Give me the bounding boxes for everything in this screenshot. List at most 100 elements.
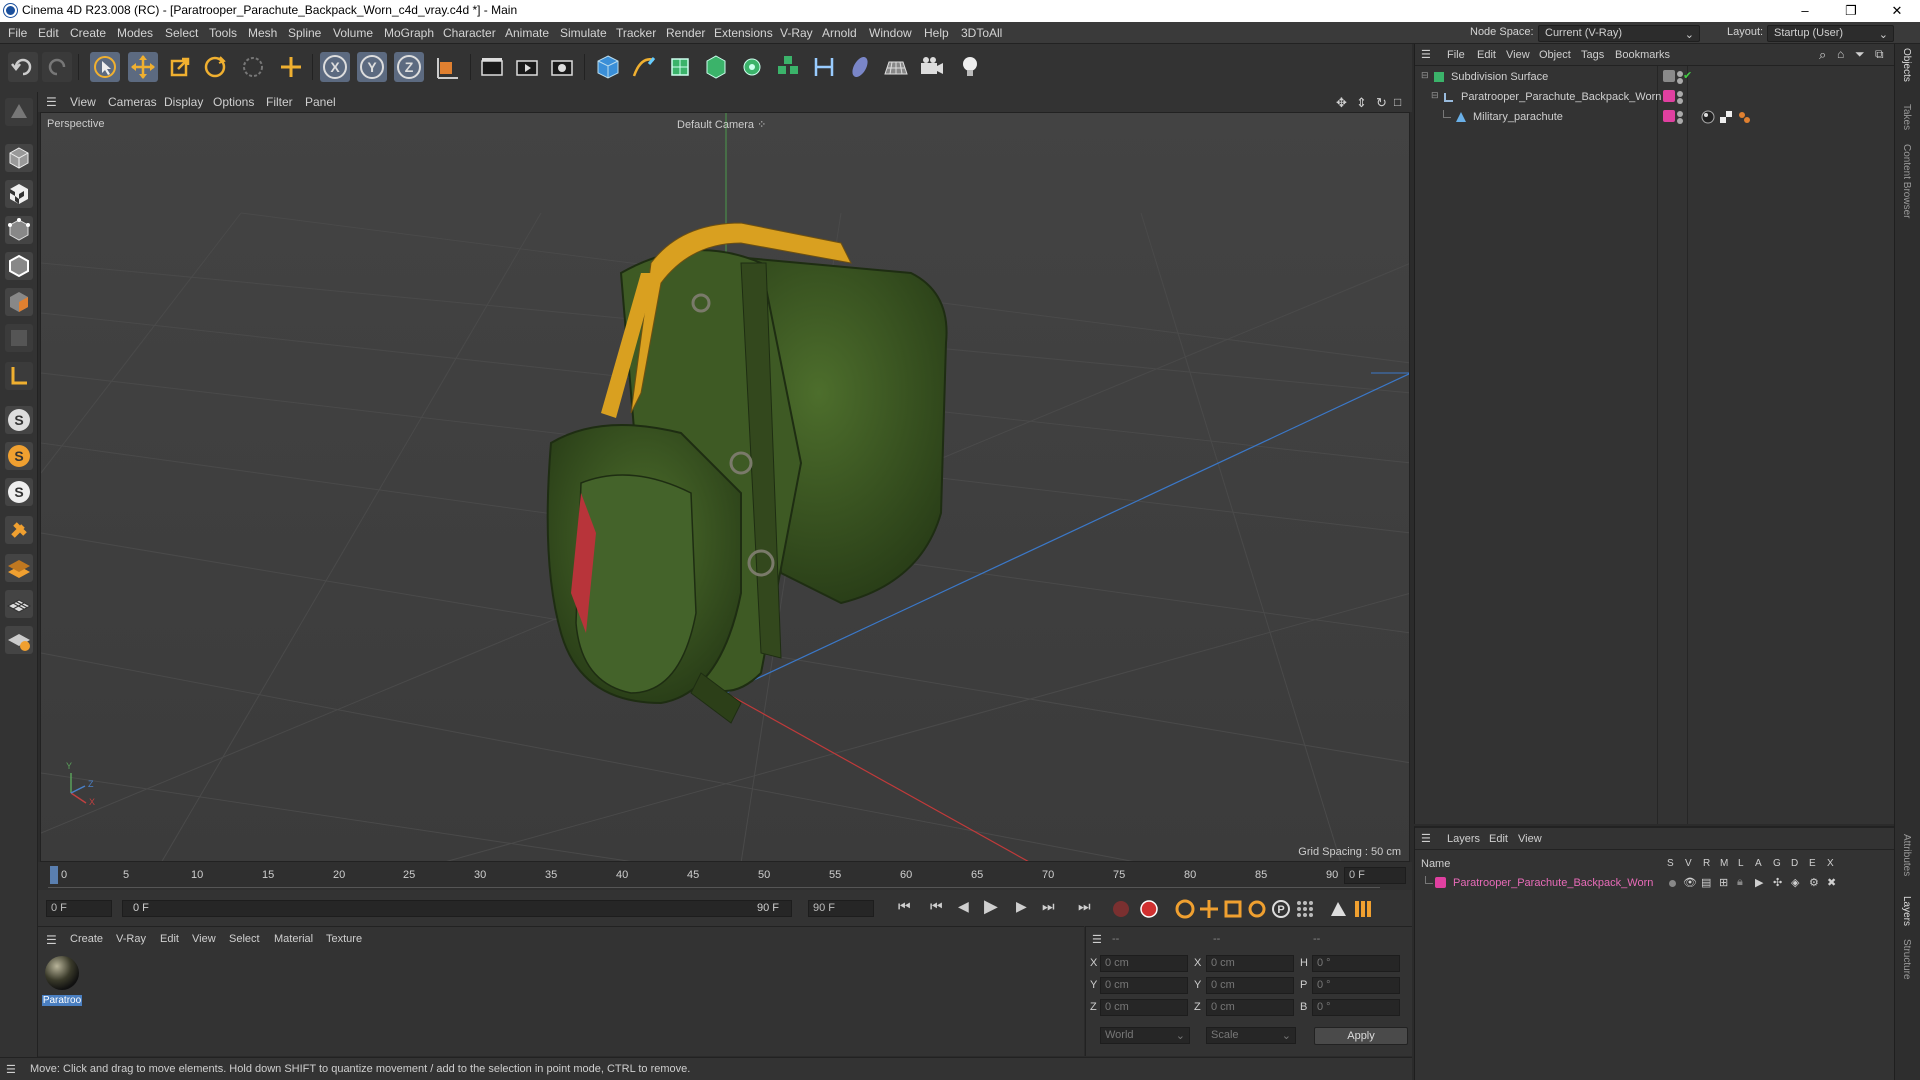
obj-menu-view[interactable]: View [1506, 49, 1530, 61]
maximize-button[interactable]: ❐ [1828, 0, 1874, 22]
editor-visibility-dot[interactable] [1677, 91, 1683, 97]
tab-attributes[interactable]: Attributes [1901, 834, 1912, 876]
viewport-menu-options[interactable]: Options [213, 95, 254, 109]
key-pla-icon[interactable] [1294, 898, 1316, 920]
obj-menu-bookmarks[interactable]: Bookmarks [1615, 49, 1670, 61]
rot-p-field[interactable]: 0 ° [1312, 977, 1400, 994]
tab-takes[interactable]: Takes [1901, 104, 1912, 130]
layer-menu-layers[interactable]: Layers [1447, 833, 1480, 845]
collapse-icon[interactable]: ⊟ [1431, 90, 1439, 101]
render-settings-button[interactable] [547, 52, 577, 82]
size-y-field[interactable]: 0 cm [1206, 977, 1294, 994]
rot-b-field[interactable]: 0 ° [1312, 999, 1400, 1016]
layer-row[interactable]: Paratrooper_Parachute_Backpack_Worn 👁 ▤ … [1415, 874, 1895, 893]
point-mode-button[interactable] [5, 216, 33, 244]
menu-animate[interactable]: Animate [505, 26, 549, 40]
play-button[interactable]: ▶ [984, 896, 998, 917]
hamburger-icon[interactable]: ☰ [1421, 832, 1431, 845]
texture-mode-button[interactable] [5, 180, 33, 208]
search-icon[interactable]: ⌕ [1819, 47, 1826, 63]
viewport-menu-panel[interactable]: Panel [305, 95, 336, 109]
autokey-record-icon[interactable] [1138, 898, 1160, 920]
viewport-menu-view[interactable]: View [70, 95, 96, 109]
hamburger-icon[interactable]: ☰ [1092, 933, 1102, 946]
viewport-menu-cameras[interactable]: Cameras [108, 95, 157, 109]
rotate-view-icon[interactable]: ↻ [1376, 95, 1387, 111]
menu-tracker[interactable]: Tracker [616, 26, 656, 40]
hamburger-icon[interactable]: ☰ [6, 1063, 16, 1076]
frame-range-slider[interactable]: 0 F 90 F [122, 900, 792, 917]
coordinate-system-button[interactable] [432, 52, 462, 82]
deformer-button[interactable] [809, 52, 839, 82]
mat-menu-vray[interactable]: V-Ray [116, 933, 146, 945]
eye-icon[interactable]: 👁 [1683, 876, 1697, 889]
close-button[interactable]: ✕ [1874, 0, 1920, 22]
coordinate-system-select[interactable]: World ⌄ [1100, 1027, 1190, 1044]
3d-viewport[interactable]: Y Z X Perspective Default Camera ⁘ Grid … [40, 112, 1410, 862]
size-z-field[interactable]: 0 cm [1206, 999, 1294, 1016]
mat-menu-create[interactable]: Create [70, 933, 103, 945]
xref-icon[interactable]: ✖ [1827, 876, 1836, 889]
select-tool-button[interactable] [90, 52, 120, 82]
menu-modes[interactable]: Modes [117, 26, 153, 40]
axis-mode-button[interactable] [5, 362, 33, 390]
x-axis-lock-button[interactable]: X [320, 52, 350, 82]
layer-color-swatch[interactable] [1663, 110, 1675, 122]
tab-objects[interactable]: Objects [1901, 48, 1912, 82]
object-row-backpack[interactable]: ⊟ Paratrooper_Parachute_Backpack_Worn [1415, 88, 1895, 107]
mat-menu-edit[interactable]: Edit [160, 933, 179, 945]
scene-floor-button[interactable] [881, 52, 911, 82]
light-button[interactable] [955, 52, 985, 82]
prev-frame-button[interactable]: ◀ [958, 898, 969, 915]
next-frame-button[interactable]: ▶ [1016, 898, 1027, 915]
key-param-icon[interactable]: P [1270, 898, 1292, 920]
polygon-mode-button[interactable] [5, 288, 33, 316]
dolly-view-icon[interactable]: ⇕ [1356, 95, 1367, 111]
end-frame-field[interactable]: 90 F [808, 900, 874, 917]
menu-extensions[interactable]: Extensions [714, 26, 773, 40]
render-to-picture-viewer-button[interactable] [512, 52, 542, 82]
goto-end-button[interactable]: ⏭ [1078, 898, 1091, 915]
motion-mode-icon[interactable] [1328, 898, 1350, 920]
hamburger-icon[interactable]: ☰ [46, 95, 57, 109]
parachute-backpack-model[interactable] [546, 222, 948, 724]
menu-mograph[interactable]: MoGraph [384, 26, 434, 40]
menu-create[interactable]: Create [70, 26, 106, 40]
menu-render[interactable]: Render [666, 26, 705, 40]
live-selection-button[interactable] [238, 52, 268, 82]
object-row-subdivision[interactable]: ⊟ Subdivision Surface ✔ [1415, 68, 1895, 87]
menu-vray[interactable]: V-Ray [780, 26, 813, 40]
prev-key-button[interactable]: ⏮ [930, 898, 943, 915]
editor-visibility-dot[interactable] [1677, 111, 1683, 117]
viewport-menu-filter[interactable]: Filter [266, 95, 293, 109]
material-thumbnail[interactable]: Paratroo [42, 953, 82, 1007]
render-clapper-icon[interactable]: ▤ [1701, 876, 1711, 889]
maximize-view-icon[interactable]: □ [1394, 95, 1401, 109]
pos-x-field[interactable]: 0 cm [1100, 955, 1188, 972]
locked-workplane-button[interactable] [5, 626, 33, 654]
timeline-window-icon[interactable] [1352, 898, 1374, 920]
layer-color-swatch[interactable] [1663, 90, 1675, 102]
goto-start-button[interactable]: ⏮ [898, 898, 911, 915]
snap-settings-button[interactable]: S [5, 442, 33, 470]
key-position-icon[interactable] [1198, 898, 1220, 920]
mat-menu-material[interactable]: Material [274, 933, 313, 945]
pan-view-icon[interactable]: ✥ [1336, 95, 1347, 111]
rotate-tool-button[interactable] [200, 52, 230, 82]
obj-menu-edit[interactable]: Edit [1477, 49, 1496, 61]
mat-menu-view[interactable]: View [192, 933, 216, 945]
start-frame-field[interactable]: 0 F [46, 900, 112, 917]
key-rotation-icon[interactable] [1246, 898, 1268, 920]
menu-mesh[interactable]: Mesh [248, 26, 277, 40]
menu-simulate[interactable]: Simulate [560, 26, 607, 40]
mat-menu-select[interactable]: Select [229, 933, 260, 945]
lock-icon[interactable]: 🔒︎ [1737, 876, 1743, 889]
extrude-button[interactable] [701, 52, 731, 82]
snap-button[interactable]: S [5, 406, 33, 434]
tab-content-browser[interactable]: Content Browser [1901, 144, 1912, 218]
menu-arnold[interactable]: Arnold [822, 26, 857, 40]
spline-pen-button[interactable] [629, 52, 659, 82]
menu-volume[interactable]: Volume [333, 26, 373, 40]
edge-mode-button[interactable] [5, 252, 33, 280]
size-x-field[interactable]: 0 cm [1206, 955, 1294, 972]
